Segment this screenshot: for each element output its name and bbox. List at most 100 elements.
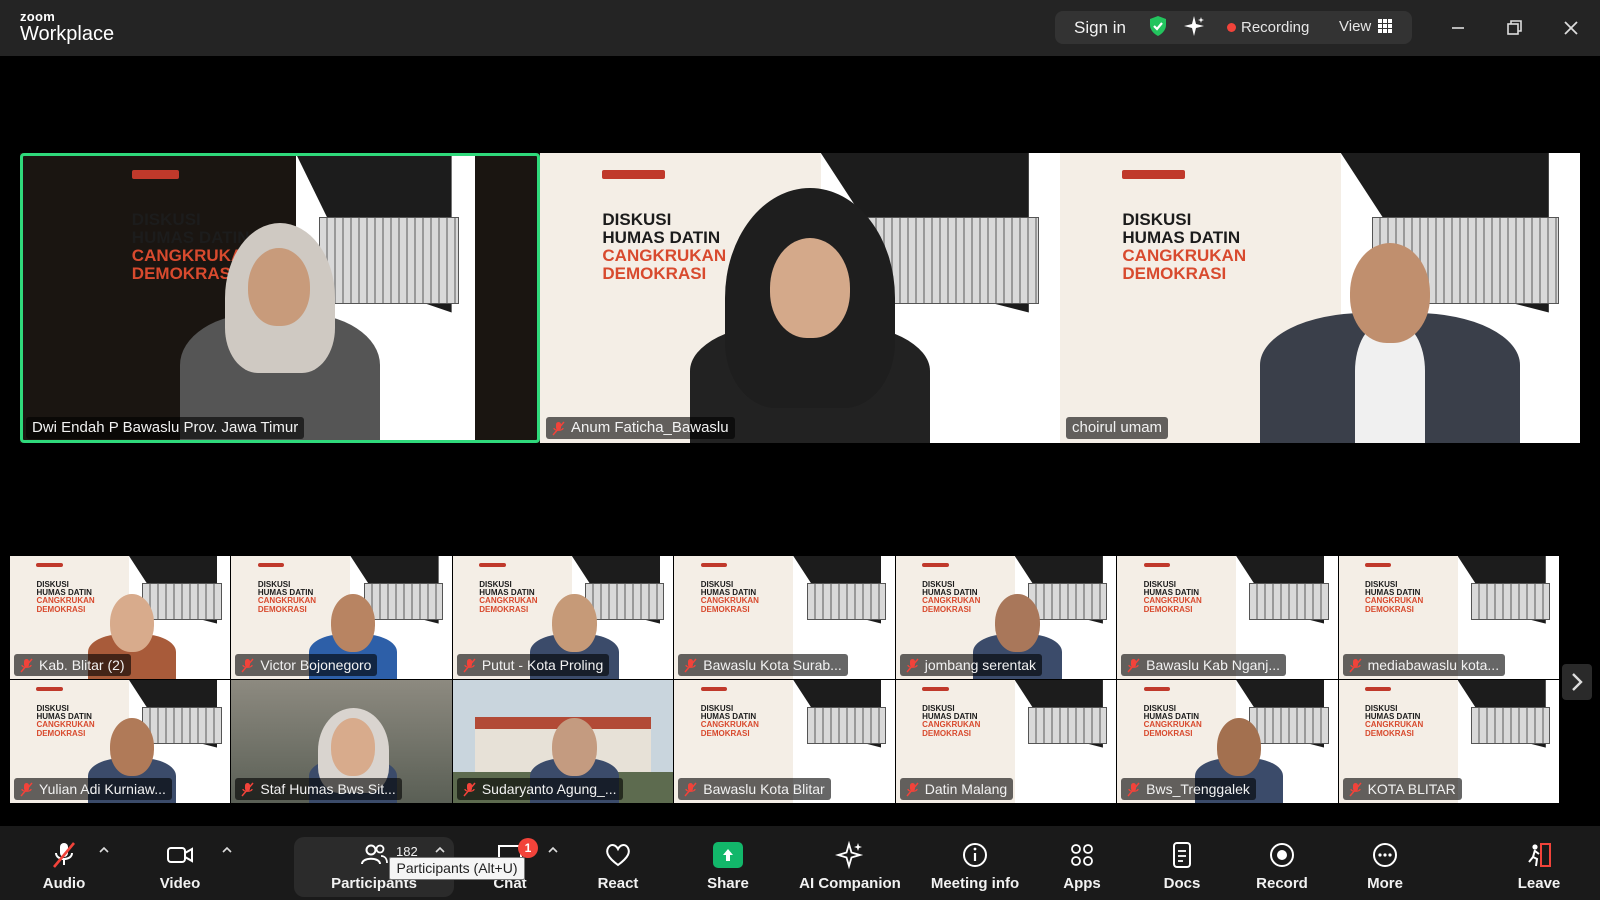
mic-muted-icon [552,421,565,435]
audio-button[interactable]: Audio [36,826,92,900]
document-icon [1173,842,1191,868]
title-bar: zoom Workplace Sign in Recording View [0,0,1600,56]
gallery-tile[interactable]: Staf Humas Bws Sit... [231,680,452,803]
gallery-tile[interactable]: DISKUSI HUMAS DATIN CANGKRUKAN DEMOKRASI jom… [895,556,1117,679]
poster-line-4: DEMOKRASI [700,728,750,738]
video-button[interactable]: Video [152,826,208,900]
docs-button[interactable]: Docs [1152,826,1212,900]
leave-icon [1528,843,1551,867]
mic-muted-icon [241,658,254,672]
share-button[interactable]: Share [698,826,758,900]
video-options-chevron-icon[interactable] [221,844,233,856]
brand-small: zoom [20,9,56,24]
gallery-tile[interactable]: DISKUSI HUMAS DATIN CANGKRUKAN DEMOKRASI Vic… [231,556,452,679]
share-screen-icon [713,842,743,868]
apps-label: Apps [1063,875,1101,892]
participant-name: KOTA BLITAR [1367,781,1456,797]
video-tile-speaker-1[interactable]: DISKUSI HUMAS DATIN CANGKRUKAN DEMOKRASI… [20,153,540,443]
participant-name: Putut - Kota Proling [481,657,604,673]
video-tile-speaker-2[interactable]: DISKUSI HUMAS DATIN CANGKRUKAN DEMOKRASI… [540,153,1060,443]
apps-button[interactable]: Apps [1052,826,1112,900]
mic-muted-icon [1127,658,1140,672]
share-label: Share [707,875,749,892]
gallery-grid: DISKUSI HUMAS DATIN CANGKRUKAN DEMOKRASI Kab… [10,556,1560,804]
participant-name-tag: Yulian Adi Kurniaw... [14,778,172,800]
gallery-tile[interactable]: DISKUSI HUMAS DATIN CANGKRUKAN DEMOKRASI Baw… [674,556,895,679]
participant-name: choirul umam [1072,419,1163,436]
meeting-stage: DISKUSI HUMAS DATIN CANGKRUKAN DEMOKRASI… [0,56,1600,826]
mic-muted-icon [684,658,697,672]
gallery-tile[interactable]: DISKUSI HUMAS DATIN CANGKRUKAN DEMOKRASI KOT… [1338,680,1559,803]
gallery-tile[interactable]: DISKUSI HUMAS DATIN CANGKRUKAN DEMOKRASI Put… [452,556,674,679]
participant-name: Anum Faticha_Bawaslu [571,419,729,436]
heart-icon [606,844,630,867]
gallery-tile[interactable]: DISKUSI HUMAS DATIN CANGKRUKAN DEMOKRASI Yul… [10,680,231,803]
meeting-info-button[interactable]: Meeting info [920,826,1030,900]
participant-video [690,183,930,443]
participant-name-tag: Victor Bojonegoro [235,654,378,676]
participant-name: Dwi Endah P Bawaslu Prov. Jawa Timur [32,419,299,436]
more-button[interactable]: More [1355,826,1415,900]
info-icon [963,843,987,867]
gallery-tile[interactable]: DISKUSI HUMAS DATIN CANGKRUKAN DEMOKRASI Bws… [1117,680,1338,803]
participant-name: Bws_Trenggalek [1146,781,1250,797]
close-icon[interactable] [1557,14,1585,42]
participant-video [1260,243,1520,443]
mic-muted-icon [906,782,919,796]
leave-label: Leave [1517,875,1561,892]
chat-options-chevron-icon[interactable] [547,844,559,856]
participant-name-tag: KOTA BLITAR [1342,778,1462,800]
recording-indicator[interactable]: Recording [1241,19,1309,36]
mic-muted-icon [53,842,75,868]
participant-name: Bawaslu Kab Nganj... [1146,657,1280,673]
gallery-tile[interactable]: DISKUSI HUMAS DATIN CANGKRUKAN DEMOKRASI Kab… [10,556,231,679]
gallery-tile[interactable]: DISKUSI HUMAS DATIN CANGKRUKAN DEMOKRASI med… [1338,556,1559,679]
mic-muted-icon [463,782,476,796]
sparkle-icon[interactable] [1183,15,1205,37]
participant-name-tag: Putut - Kota Proling [456,654,610,676]
poster-line-4: DEMOKRASI [922,728,972,738]
poster-line-4: DEMOKRASI [1365,604,1414,614]
participant-name-tag: mediabawaslu kota... [1342,654,1506,676]
participant-name-tag: Datin Malang [899,778,1014,800]
grid-icon[interactable] [1378,19,1392,33]
participant-name: mediabawaslu kota... [1367,657,1500,673]
participant-name: Bawaslu Kota Blitar [703,781,825,797]
video-tile-speaker-3[interactable]: DISKUSI HUMAS DATIN CANGKRUKAN DEMOKRASI… [1060,153,1580,443]
ai-companion-button[interactable]: AI Companion [795,826,905,900]
gallery-tile[interactable]: DISKUSI HUMAS DATIN CANGKRUKAN DEMOKRASI Baw… [1117,556,1338,679]
restore-icon[interactable] [1500,14,1528,42]
participant-name-tag: Anum Faticha_Bawaslu [546,417,735,439]
poster-line-4: DEMOKRASI [1365,728,1414,738]
gallery-tile[interactable]: Sudaryanto Agung_... [452,680,674,803]
participant-name-tag: Bawaslu Kota Blitar [678,778,831,800]
participant-name: Sudaryanto Agung_... [481,781,617,797]
app-logo: zoom Workplace [20,10,114,44]
participant-name-tag: Staf Humas Bws Sit... [235,778,402,800]
mic-muted-icon [20,782,33,796]
audio-label: Audio [42,875,86,892]
mic-muted-icon [906,658,919,672]
record-button[interactable]: Record [1252,826,1312,900]
next-page-button[interactable] [1562,664,1592,700]
view-button[interactable]: View [1339,18,1371,35]
react-button[interactable]: React [588,826,648,900]
audio-options-chevron-icon[interactable] [98,844,110,856]
participant-name-tag: Bawaslu Kab Nganj... [1121,654,1286,676]
poster-line-4: DEMOKRASI [700,604,750,614]
leave-button[interactable]: Leave [1509,826,1569,900]
more-label: More [1367,875,1403,892]
shield-check-icon[interactable] [1148,15,1168,37]
participant-name-tag: Kab. Blitar (2) [14,654,131,676]
gallery-tile[interactable]: DISKUSI HUMAS DATIN CANGKRUKAN DEMOKRASI Baw… [674,680,895,803]
gallery-tile[interactable]: DISKUSI HUMAS DATIN CANGKRUKAN DEMOKRASI Dat… [895,680,1117,803]
mic-muted-icon [1348,782,1362,796]
participant-name: jombang serentak [924,657,1036,673]
participants-options-chevron-icon[interactable] [434,844,446,856]
minimize-icon[interactable] [1444,14,1472,42]
poster-line-4: DEMOKRASI [1143,604,1193,614]
sign-in-button[interactable]: Sign in [1074,18,1126,38]
participant-name: Datin Malang [924,781,1008,797]
poster-line-1: DISKUSI [1122,210,1192,229]
meeting-toolbar: Audio Video Participants 182 Chat 1 Reac… [0,826,1600,900]
